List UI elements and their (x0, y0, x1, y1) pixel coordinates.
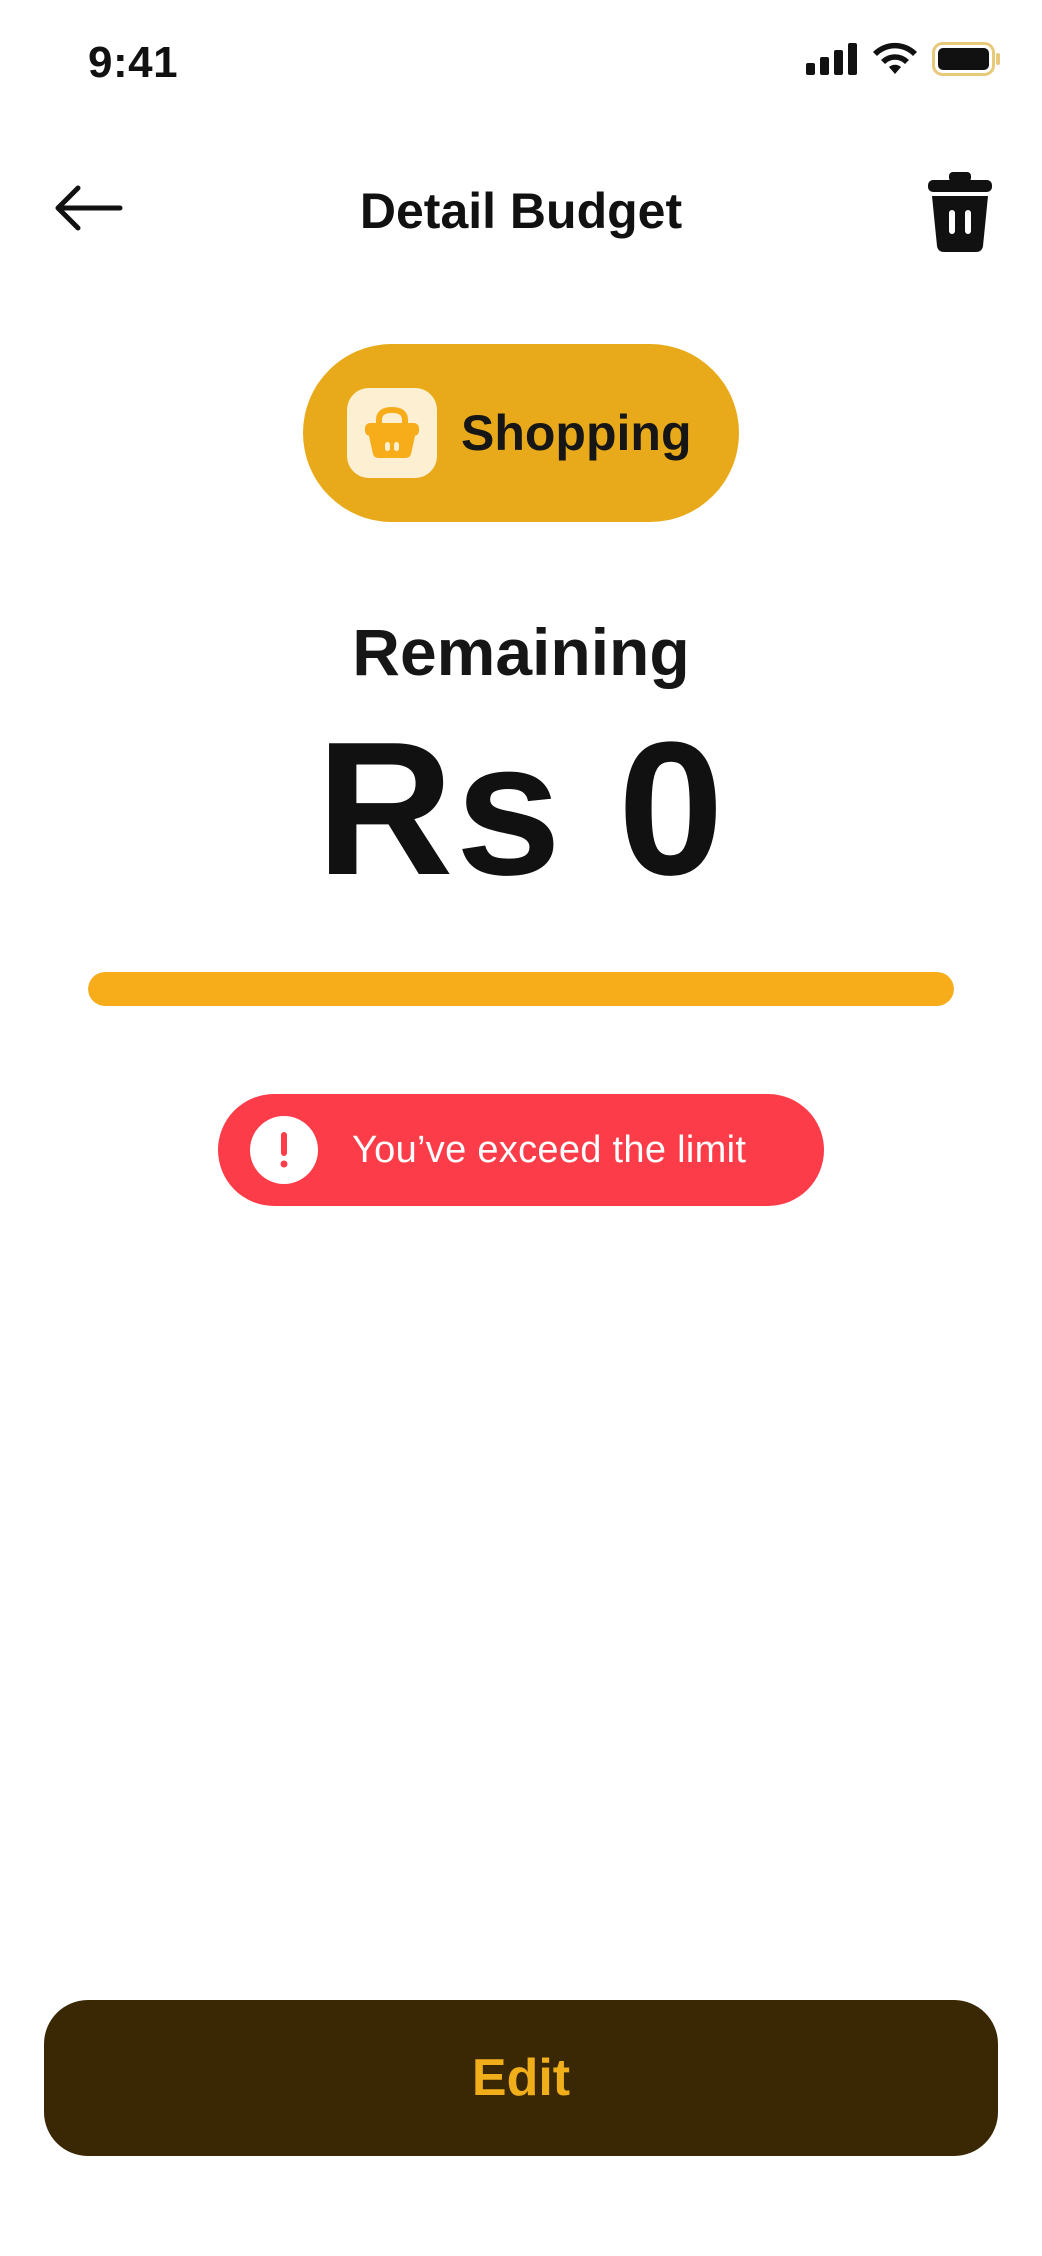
trash-icon (928, 172, 992, 252)
page-title: Detail Budget (359, 183, 683, 239)
delete-button[interactable] (922, 170, 998, 254)
edit-button[interactable]: Edit (44, 2000, 998, 2156)
wifi-icon (873, 42, 917, 74)
limit-exceeded-alert: You’ve exceed the limit (218, 1094, 824, 1206)
category-chip[interactable]: Shopping (303, 344, 739, 522)
remaining-amount: Rs 0 (316, 703, 726, 915)
category-icon-box (347, 388, 437, 478)
remaining-label: Remaining (352, 615, 690, 689)
budget-progress-fill (88, 972, 954, 1006)
cellular-signal-icon (806, 43, 857, 75)
shopping-basket-icon (365, 406, 419, 458)
status-icons (806, 42, 1002, 76)
status-bar: 9:41 (0, 0, 1042, 130)
category-label: Shopping (461, 405, 692, 461)
exclamation-icon (280, 1132, 288, 1168)
budget-progress-bar (88, 972, 954, 1006)
alert-text: You’ve exceed the limit (352, 1128, 747, 1171)
battery-icon (932, 42, 1000, 76)
status-time: 9:41 (88, 38, 179, 87)
alert-icon-circle (250, 1116, 318, 1184)
header: Detail Budget (0, 160, 1042, 260)
